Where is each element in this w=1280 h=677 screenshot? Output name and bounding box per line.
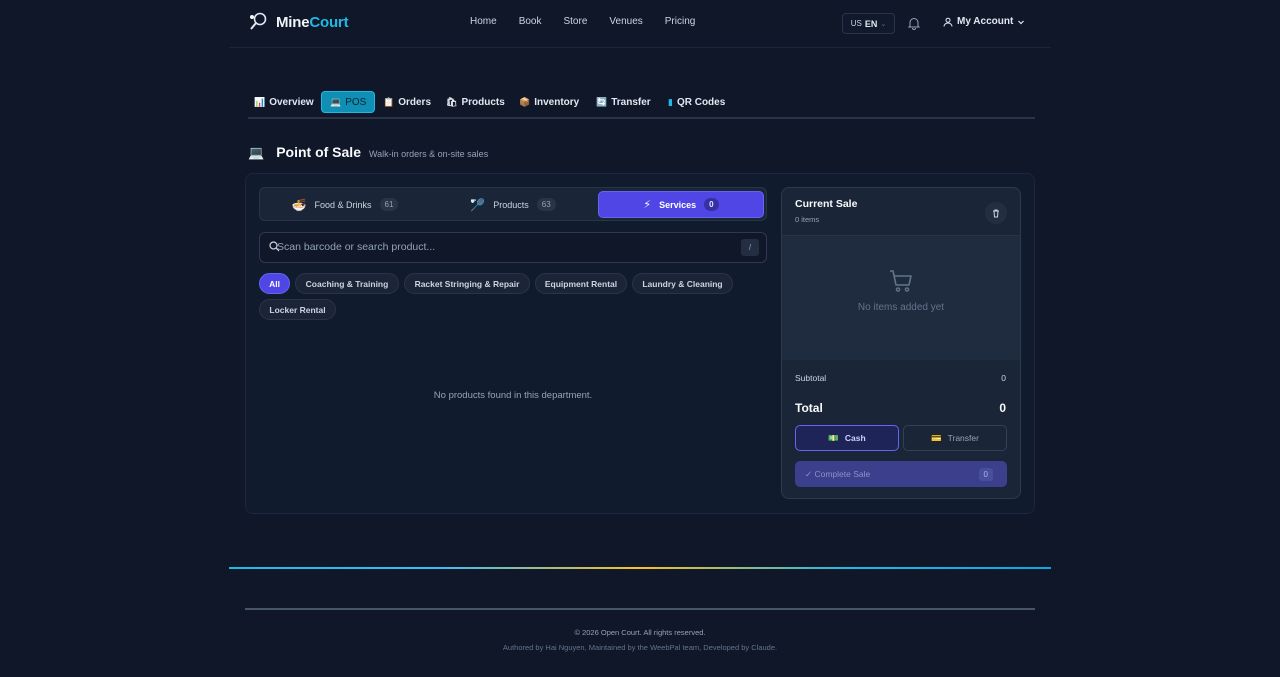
category-chip-laundry[interactable]: Laundry & Cleaning: [632, 273, 733, 294]
tab-products[interactable]: 🛍 Products: [446, 91, 505, 113]
department-food-drinks[interactable]: 🍜 Food & Drinks 61: [262, 191, 428, 218]
tab-qr-codes[interactable]: ▮ QR Codes: [668, 91, 725, 113]
subtotal-label: Subtotal: [795, 373, 827, 383]
category-chip-stringing[interactable]: Racket Stringing & Repair: [404, 273, 530, 294]
category-chip-all[interactable]: All: [259, 273, 290, 294]
tab-transfer[interactable]: 🔄 Transfer: [596, 91, 651, 113]
category-chip-rental[interactable]: Equipment Rental: [535, 273, 627, 294]
tab-inventory[interactable]: 📦 Inventory: [519, 91, 579, 113]
department-label: Food & Drinks: [314, 199, 372, 210]
authors-text: Authored by Hai Nguyen, Maintained by th…: [502, 643, 778, 652]
language-selector[interactable]: US EN ⌄: [842, 13, 895, 34]
account-label: My Account: [957, 16, 1014, 27]
nav-pricing[interactable]: Pricing: [665, 16, 696, 27]
brand-name: MineCourt: [276, 13, 349, 31]
department-label: Services: [659, 199, 697, 210]
page-subtitle: Walk-in orders & on-site sales: [368, 149, 489, 159]
box-icon: 📦: [519, 96, 531, 107]
nav-book[interactable]: Book: [519, 16, 542, 27]
search-placeholder: Scan barcode or search product...: [277, 241, 436, 253]
nav-home[interactable]: Home: [470, 16, 497, 27]
gradient-divider: [229, 567, 1051, 569]
tab-orders[interactable]: 📋 Orders: [383, 91, 431, 113]
tab-label: Inventory: [534, 96, 580, 108]
qr-code-icon: ▮: [668, 96, 673, 107]
department-count: 0: [704, 198, 719, 211]
language-code: EN: [864, 18, 878, 29]
sale-item-count: 0 items: [795, 215, 820, 224]
lightning-icon: ⚡: [643, 199, 652, 211]
brand-logo[interactable]: MineCourt: [248, 12, 349, 32]
transfer-label: Transfer: [947, 433, 979, 443]
chevron-down-icon: [1018, 20, 1025, 24]
tab-label: Overview: [269, 96, 314, 108]
complete-sale-count: 0: [978, 467, 993, 481]
current-sale-title: Current Sale: [795, 198, 858, 210]
department-label: Products: [493, 199, 529, 210]
cash-icon: 💵: [828, 432, 839, 443]
subtotal-value: 0: [1001, 373, 1006, 383]
department-count: 63: [536, 198, 556, 211]
sale-items-area: [782, 236, 1020, 360]
flag-label: US: [850, 19, 862, 28]
tab-label: Orders: [398, 96, 432, 108]
no-items-message: No items added yet: [857, 302, 945, 313]
laptop-icon: 💻: [248, 145, 265, 160]
noodle-bowl-icon: 🍜: [291, 197, 307, 212]
complete-sale-button[interactable]: ✓ Complete Sale 0: [795, 461, 1007, 487]
main-nav: Home Book Store Venues Pricing: [470, 16, 717, 27]
transfer-payment-button[interactable]: 💳 Transfer: [903, 425, 1007, 451]
cash-payment-button[interactable]: 💵 Cash: [795, 425, 899, 451]
tab-pos[interactable]: 💻 POS: [321, 91, 376, 113]
admin-tabs: 📊 Overview 💻 POS 📋 Orders 🛍 Products 📦 Invent…: [248, 91, 1035, 119]
shopping-bag-icon: 🛍: [446, 96, 458, 107]
user-icon: [943, 17, 953, 27]
transfer-icon: 🔄: [596, 96, 608, 107]
cart-icon: [890, 270, 912, 292]
tab-label: QR Codes: [676, 96, 726, 108]
copyright-text: © 2026 Open Court. All rights reserved.: [574, 628, 706, 637]
shortcut-key-hint: /: [741, 239, 759, 256]
total-value: 0: [999, 401, 1006, 415]
department-products[interactable]: 🏸 Products 63: [430, 191, 596, 218]
tab-overview[interactable]: 📊 Overview: [254, 91, 314, 113]
laptop-icon: 💻: [330, 96, 342, 107]
bell-icon[interactable]: [907, 16, 921, 30]
card-icon: 💳: [931, 432, 942, 443]
total-label: Total: [795, 401, 823, 415]
category-chip-locker[interactable]: Locker Rental: [259, 299, 336, 320]
cash-label: Cash: [844, 433, 866, 443]
department-services[interactable]: ⚡ Services 0: [598, 191, 764, 218]
clear-sale-button[interactable]: [985, 202, 1007, 224]
nav-store[interactable]: Store: [563, 16, 587, 27]
racket-logo-icon: [250, 12, 267, 30]
nav-venues[interactable]: Venues: [609, 16, 642, 27]
trash-icon: [993, 209, 999, 218]
category-chip-coaching[interactable]: Coaching & Training: [295, 273, 399, 294]
empty-products-message: No products found in this department.: [433, 390, 593, 401]
department-count: 61: [379, 198, 399, 211]
complete-sale-label: ✓ Complete Sale: [805, 468, 871, 479]
footer-divider: [245, 608, 1035, 610]
account-menu[interactable]: My Account: [943, 16, 1025, 27]
chart-icon: 📊: [254, 96, 266, 107]
page-header: 💻 Point of Sale Walk-in orders & on-site…: [248, 144, 488, 161]
chevron-down-icon: ⌄: [880, 20, 887, 28]
tab-label: POS: [345, 96, 367, 108]
page-title: Point of Sale: [276, 144, 361, 160]
tab-label: Transfer: [611, 96, 651, 108]
tab-label: Products: [461, 96, 505, 108]
clipboard-icon: 📋: [383, 96, 395, 107]
racket-icon: 🏸: [470, 197, 486, 212]
